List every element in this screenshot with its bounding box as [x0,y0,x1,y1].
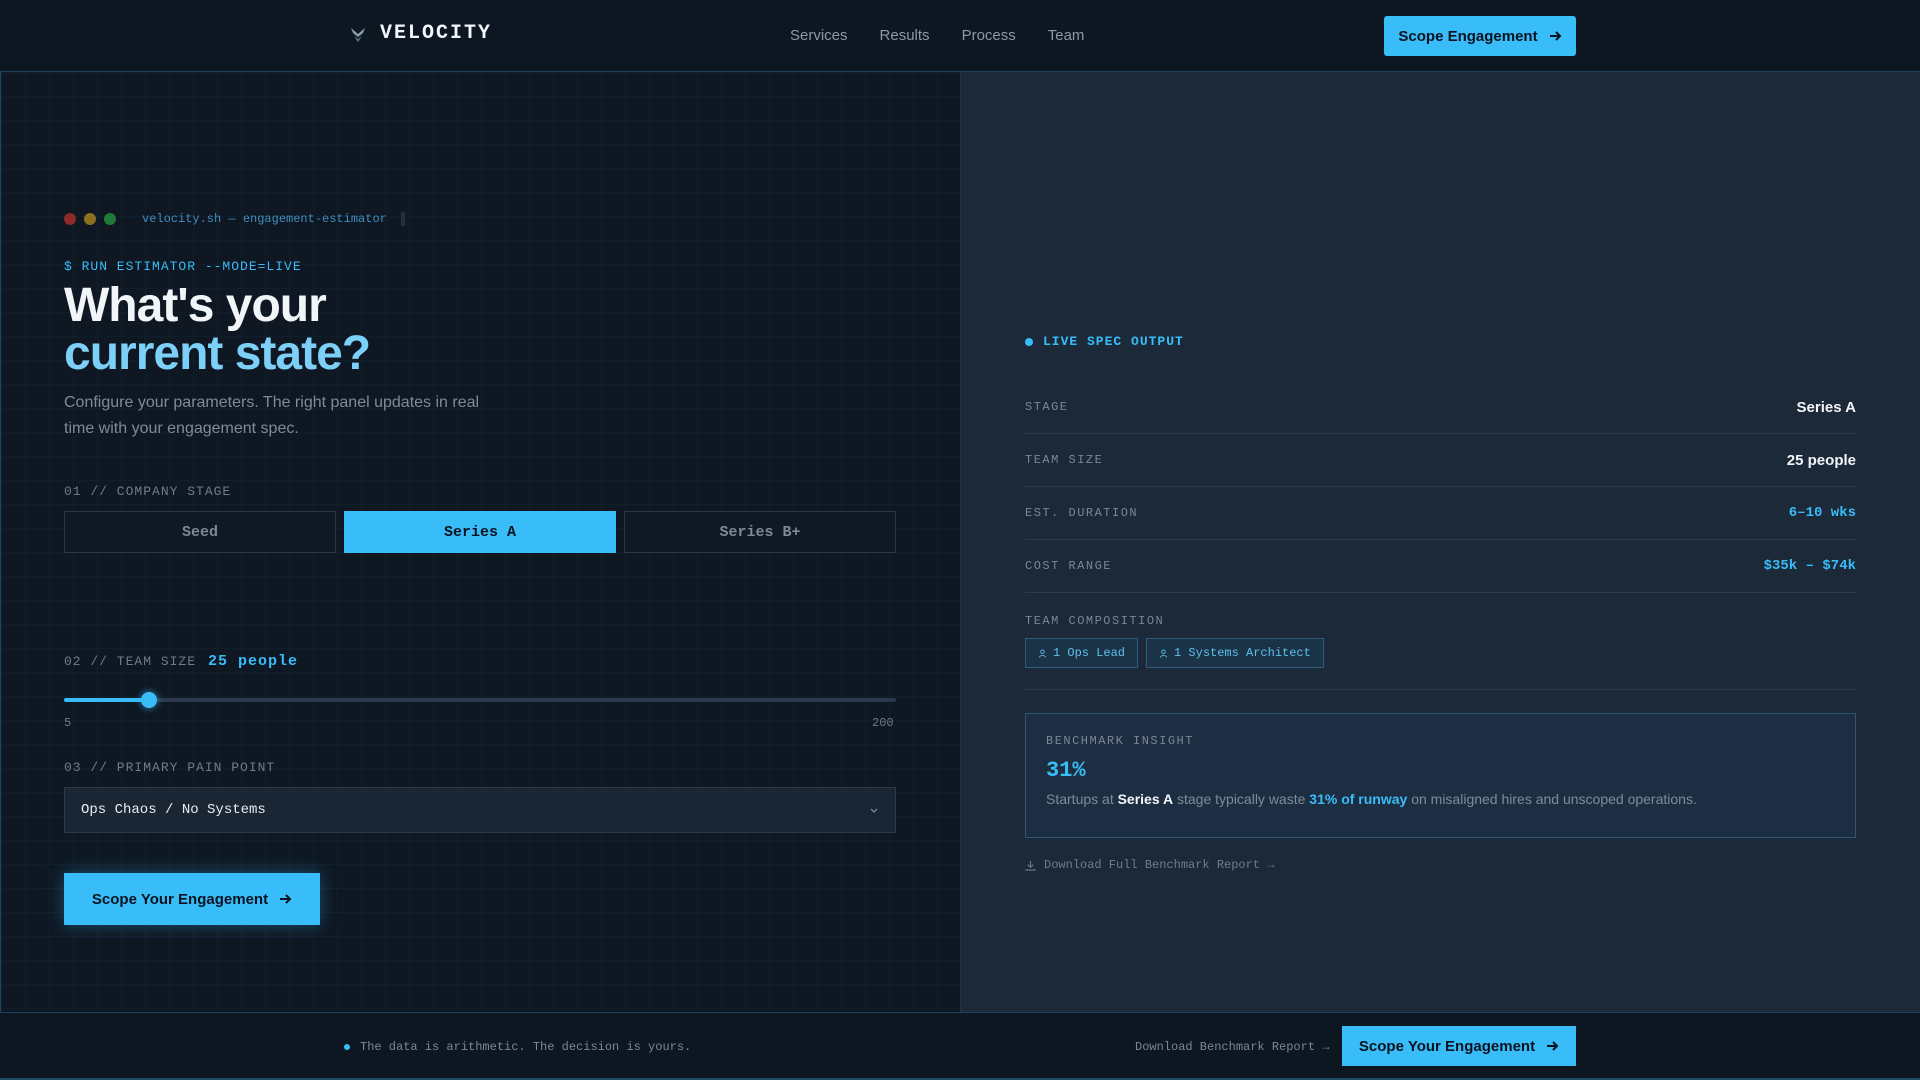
benchmark-stage: Series A [1117,791,1174,807]
team-composition-label: TEAM COMPOSITION [1025,614,1165,628]
team-composition: TEAM COMPOSITION 1 Ops Lead 1 Systems Ar… [1025,614,1856,690]
nav-link-services[interactable]: Services [790,27,848,44]
hero-subtext: Configure your parameters. The right pan… [64,394,480,437]
spec-value: 6–10 wks [1788,505,1856,521]
benchmark-text: Startups at Series A stage typically was… [1046,791,1835,807]
terminal-dot-green [104,213,116,225]
footer-note-text: The data is arithmetic. The decision is … [360,1040,692,1054]
logo-icon [351,27,365,42]
spec-row-stage: STAGE Series A [1025,381,1856,434]
headline-line-2: current state? [64,327,371,380]
brand-name: VELOCITY [380,22,493,45]
footer-cta-label: Scope Your Engagement [1358,1037,1536,1055]
footer-dot [344,1044,350,1050]
benchmark-runway: 31% of runway [1309,791,1408,807]
chip-label: 1 Systems Architect [1174,646,1311,660]
download-icon [1025,860,1036,871]
footer-download-link[interactable]: Download Benchmark Report → [1135,1040,1329,1054]
nav-link-results[interactable]: Results [880,27,930,44]
user-icon [1038,648,1047,658]
stage-option-series-a[interactable]: Series A [344,511,616,553]
page-title: What's your current state? [64,279,371,380]
benchmark-text-pre: Startups at [1046,791,1118,807]
benchmark-text-mid: stage typically waste [1173,791,1310,807]
chip-label: 1 Ops Lead [1053,646,1126,660]
footer-scope-button[interactable]: Scope Your Engagement [1342,1026,1576,1066]
main-nav: Services Results Process Team [790,27,1084,44]
headline-line-1: What's your [64,279,327,332]
pain-point-label: 03 // PRIMARY PAIN POINT [64,760,276,775]
terminal-dot-yellow [84,213,96,225]
spec-key: COST RANGE [1025,559,1113,573]
download-benchmark-link[interactable]: Download Full Benchmark Report → [1025,858,1274,872]
arrow-right-icon [280,894,292,904]
terminal-title: velocity.sh — engagement-estimator [142,212,387,226]
user-icon [1159,648,1168,658]
pain-point-value: Ops Chaos / No Systems [81,802,266,818]
nav-link-team[interactable]: Team [1048,27,1085,44]
spec-value: $35k – $74k [1763,558,1856,574]
live-spec-header: LIVE SPEC OUTPUT [1025,334,1184,349]
benchmark-insight-card: BENCHMARK INSIGHT 31% Startups at Series… [1025,713,1856,838]
benchmark-text-post: on misaligned hires and unscoped operati… [1407,791,1697,807]
scope-engagement-button[interactable]: Scope Engagement [1384,16,1576,56]
stage-option-series-b[interactable]: Series B+ [624,511,896,553]
composition-chips: 1 Ops Lead 1 Systems Architect [1025,638,1324,668]
composition-chip: 1 Systems Architect [1146,638,1324,668]
brand-logo[interactable]: VELOCITY [348,22,492,45]
spec-key: EST. DURATION [1025,506,1139,520]
terminal-dot-red [64,213,76,225]
pain-point-select[interactable]: Ops Chaos / No Systems [64,787,896,833]
sticky-footer-bar: The data is arithmetic. The decision is … [0,1012,1920,1080]
spec-key: TEAM SIZE [1025,453,1104,467]
spec-key: STAGE [1025,400,1069,414]
spec-row-duration: EST. DURATION 6–10 wks [1025,487,1856,540]
live-indicator-dot [1025,337,1033,346]
benchmark-label: BENCHMARK INSIGHT [1046,734,1194,748]
nav-link-process[interactable]: Process [962,27,1016,44]
company-stage-label: 01 // COMPANY STAGE [64,484,232,499]
spec-value: Series A [1796,398,1856,416]
download-link-label: Download Full Benchmark Report → [1044,858,1275,872]
stage-option-seed[interactable]: Seed [64,511,336,553]
terminal-cursor [400,212,405,226]
slider-fill [64,698,149,702]
cta-label: Scope Your Engagement [91,890,269,908]
slider-track[interactable] [64,698,896,702]
team-size-label: 02 // TEAM SIZE [64,654,197,669]
spec-value: 25 people [1786,451,1856,469]
slider-max-label: 200 [872,716,894,730]
benchmark-percentage: 31% [1046,758,1086,783]
footer-note: The data is arithmetic. The decision is … [344,1040,691,1054]
team-size-label-row: 02 // TEAM SIZE 25 people [64,653,298,670]
command-prompt: $ RUN ESTIMATOR --MODE=LIVE [64,259,302,274]
spec-row-team-size: TEAM SIZE 25 people [1025,434,1856,487]
live-spec-title: LIVE SPEC OUTPUT [1043,334,1184,349]
composition-chip: 1 Ops Lead [1025,638,1139,668]
team-size-value: 25 people [208,653,299,670]
company-stage-selector: Seed Series A Series B+ [64,511,896,553]
top-navbar: VELOCITY Services Results Process Team S… [0,0,1920,72]
scope-engagement-label: Scope Engagement [1398,27,1538,45]
chevron-down-icon [870,808,878,813]
spec-row-cost-range: COST RANGE $35k – $74k [1025,540,1856,593]
scope-your-engagement-button[interactable]: Scope Your Engagement [64,873,320,925]
arrow-right-icon [1549,31,1562,41]
terminal-titlebar: velocity.sh — engagement-estimator [64,212,405,226]
slider-min-label: 5 [64,716,72,730]
slider-thumb[interactable] [141,692,157,708]
arrow-right-icon [1547,1041,1559,1051]
